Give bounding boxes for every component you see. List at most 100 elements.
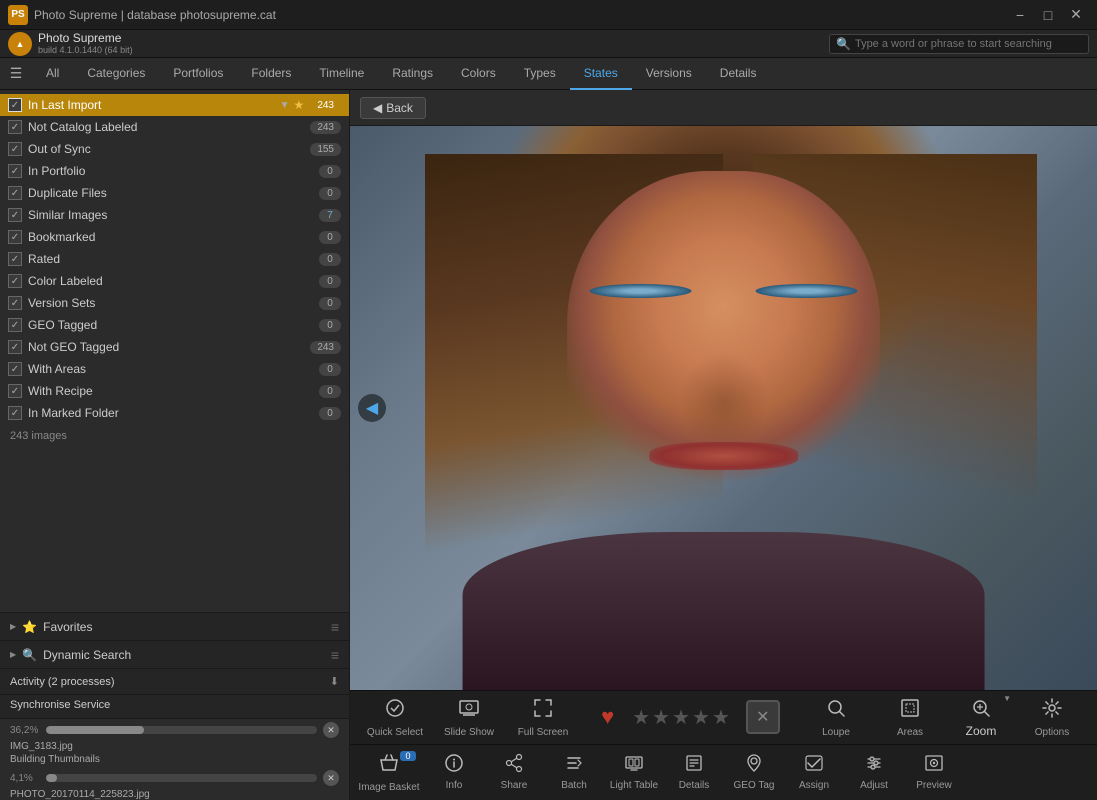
quick-select-button[interactable]: Quick Select [360,692,430,742]
options-icon [1041,697,1063,725]
checkbox-not-geo-tagged[interactable]: ✓ [8,340,22,354]
sidebar-item-geo-tagged[interactable]: ✓ GEO Tagged 0 [0,314,349,336]
checkbox-out-of-sync[interactable]: ✓ [8,142,22,156]
badge-with-areas: 0 [319,363,341,376]
details-button[interactable]: Details [664,747,724,797]
tab-versions[interactable]: Versions [632,58,706,90]
tab-types[interactable]: Types [510,58,570,90]
bottom-toolbar: Quick Select Slide Show [350,690,1097,800]
favorites-section[interactable]: ▶ ⭐ Favorites ≡ [0,613,349,641]
window-controls: − □ ✕ [1007,5,1089,25]
checkbox-not-catalog-labeled[interactable]: ✓ [8,120,22,134]
areas-button[interactable]: Areas [875,692,945,742]
favorites-menu-icon[interactable]: ≡ [331,619,339,635]
badge-bookmarked: 0 [319,231,341,244]
dynamic-search-section[interactable]: ▶ 🔍 Dynamic Search ≡ [0,641,349,669]
checkbox-in-marked-folder[interactable]: ✓ [8,406,22,420]
photo-nav-left[interactable]: ◀ [358,394,386,422]
preview-button[interactable]: Preview [904,747,964,797]
checkbox-with-areas[interactable]: ✓ [8,362,22,376]
maximize-button[interactable]: □ [1035,5,1061,25]
sidebar-item-version-sets[interactable]: ✓ Version Sets 0 [0,292,349,314]
sidebar-item-not-catalog-labeled[interactable]: ✓ Not Catalog Labeled 243 [0,116,349,138]
assign-icon [804,753,824,778]
adjust-icon [864,753,884,778]
star-4[interactable]: ★ [692,705,710,730]
fullscreen-icon [532,697,554,725]
hamburger-menu[interactable]: ☰ [4,62,28,86]
tab-states[interactable]: States [570,58,632,90]
sidebar-item-out-of-sync[interactable]: ✓ Out of Sync 155 [0,138,349,160]
sidebar-item-in-last-import[interactable]: ✓ In Last Import ▼ ★ 243 [0,94,349,116]
search-icon: 🔍 [836,37,851,51]
checkbox-version-sets[interactable]: ✓ [8,296,22,310]
toolbar-row-1: Quick Select Slide Show [350,691,1097,745]
sidebar-item-rated[interactable]: ✓ Rated 0 [0,248,349,270]
sidebar-item-with-recipe[interactable]: ✓ With Recipe 0 [0,380,349,402]
progress-action-1: Building Thumbnails [0,752,349,767]
sidebar-item-similar-images[interactable]: ✓ Similar Images 7 [0,204,349,226]
batch-button[interactable]: Batch [544,747,604,797]
loupe-button[interactable]: Loupe [801,692,871,742]
checkbox-color-labeled[interactable]: ✓ [8,274,22,288]
content-area: ◀ Back ◀ [350,90,1097,800]
tab-portfolios[interactable]: Portfolios [159,58,237,90]
close-button[interactable]: ✕ [1063,5,1089,25]
minimize-button[interactable]: − [1007,5,1033,25]
photo-display [350,126,1097,690]
badge-in-last-import: 243 [310,99,341,112]
light-table-button[interactable]: Light Table [604,747,664,797]
star-2[interactable]: ★ [652,705,670,730]
tab-ratings[interactable]: Ratings [378,58,447,90]
progress-cancel-2[interactable]: ✕ [323,770,339,786]
assign-button[interactable]: Assign [784,747,844,797]
sidebar-item-not-geo-tagged[interactable]: ✓ Not GEO Tagged 243 [0,336,349,358]
geo-tag-button[interactable]: GEO Tag [724,747,784,797]
heart-button[interactable]: ♥ [601,704,614,730]
checkbox-duplicate-files[interactable]: ✓ [8,186,22,200]
adjust-button[interactable]: Adjust [844,747,904,797]
photo-area: ◀ [350,126,1097,690]
basket-icon [378,752,400,780]
tab-folders[interactable]: Folders [237,58,305,90]
tab-colors[interactable]: Colors [447,58,510,90]
tab-timeline[interactable]: Timeline [305,58,378,90]
progress-row-2: 4,1% ✕ [0,767,349,789]
image-basket-button[interactable]: 0 Image Basket [354,747,424,797]
sidebar-item-duplicate-files[interactable]: ✓ Duplicate Files 0 [0,182,349,204]
sidebar-item-in-marked-folder[interactable]: ✓ In Marked Folder 0 [0,402,349,424]
badge-duplicate-files: 0 [319,187,341,200]
progress-cancel-1[interactable]: ✕ [323,722,339,738]
share-button[interactable]: Share [484,747,544,797]
full-screen-button[interactable]: Full Screen [508,692,578,742]
sidebar-item-in-portfolio[interactable]: ✓ In Portfolio 0 [0,160,349,182]
options-button[interactable]: Options [1017,692,1087,742]
checkbox-in-last-import[interactable]: ✓ [8,98,22,112]
star-3[interactable]: ★ [672,705,690,730]
badge-rated: 0 [319,253,341,266]
sidebar-item-bookmarked[interactable]: ✓ Bookmarked 0 [0,226,349,248]
search-input[interactable] [855,38,1075,50]
sidebar-item-with-areas[interactable]: ✓ With Areas 0 [0,358,349,380]
checkbox-similar-images[interactable]: ✓ [8,208,22,222]
checkbox-in-portfolio[interactable]: ✓ [8,164,22,178]
zoom-icon [970,697,992,722]
areas-icon [899,697,921,725]
checkbox-rated[interactable]: ✓ [8,252,22,266]
tab-categories[interactable]: Categories [73,58,159,90]
checkbox-with-recipe[interactable]: ✓ [8,384,22,398]
zoom-button[interactable]: ▼ Zoom [949,692,1013,742]
checkbox-bookmarked[interactable]: ✓ [8,230,22,244]
search-box[interactable]: 🔍 [829,34,1089,54]
sidebar-item-color-labeled[interactable]: ✓ Color Labeled 0 [0,270,349,292]
reject-button[interactable]: ✕ [746,700,780,734]
tab-all[interactable]: All [32,58,73,90]
tab-details[interactable]: Details [706,58,771,90]
dynamic-search-menu-icon[interactable]: ≡ [331,647,339,663]
star-1[interactable]: ★ [632,705,650,730]
slide-show-button[interactable]: Slide Show [434,692,504,742]
checkbox-geo-tagged[interactable]: ✓ [8,318,22,332]
info-button[interactable]: Info [424,747,484,797]
back-button[interactable]: ◀ Back [360,97,426,119]
star-5[interactable]: ★ [712,705,730,730]
